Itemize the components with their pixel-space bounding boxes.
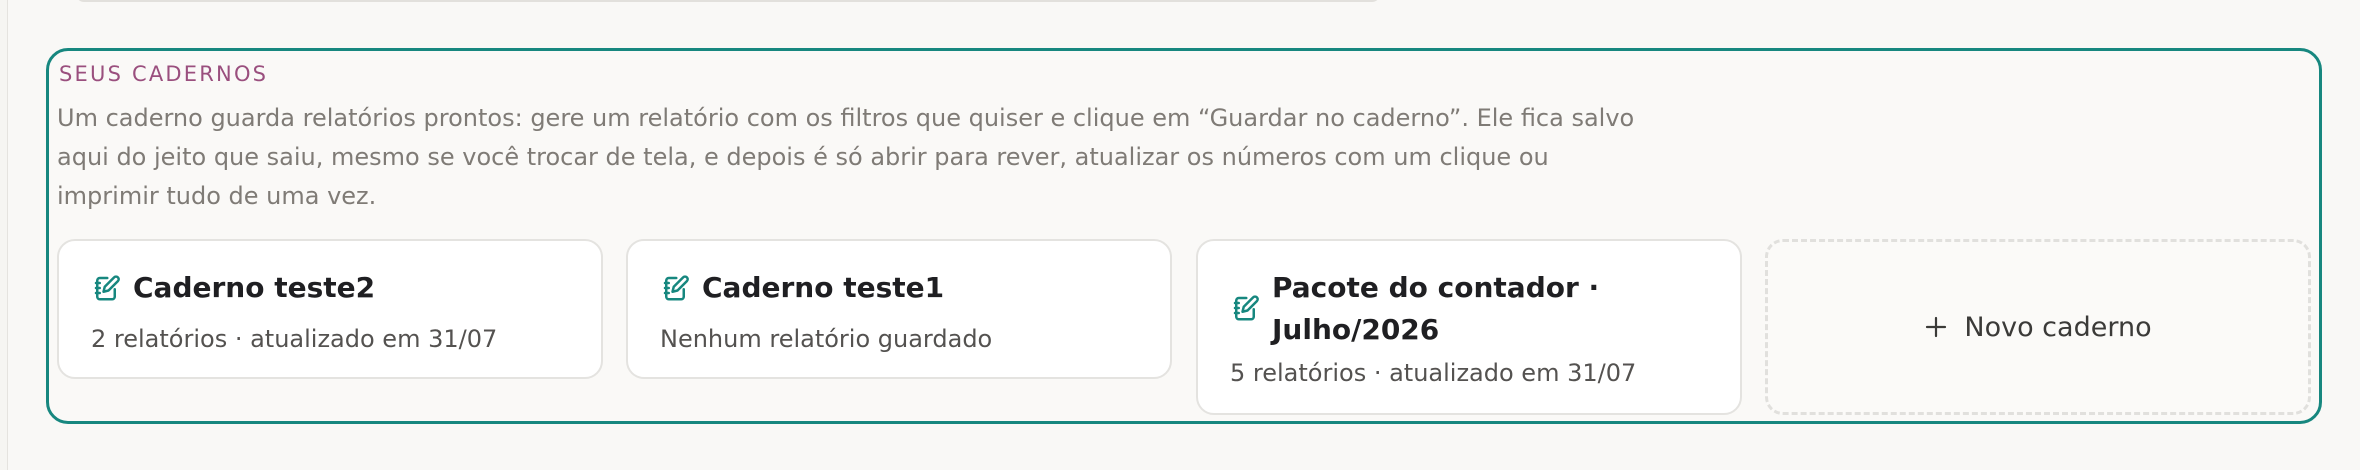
- notebook-meta: 2 relatórios · atualizado em 31/07: [91, 325, 498, 353]
- notebook-card[interactable]: Caderno teste2 2 relatórios · atualizado…: [57, 239, 603, 379]
- new-notebook-label: Novo caderno: [1964, 311, 2152, 343]
- notebook-title-row: Caderno teste1: [660, 267, 944, 309]
- page: SEUS CADERNOS Um caderno guarda relatóri…: [0, 0, 2360, 470]
- notebook-title-row: Pacote do contador · Julho/2026: [1230, 267, 1690, 351]
- notebook-title: Caderno teste2: [133, 271, 376, 304]
- left-sidebar-edge: [0, 0, 8, 470]
- notebook-title-row: Caderno teste2: [91, 267, 375, 309]
- section-description: Um caderno guarda relatórios prontos: ge…: [57, 104, 1635, 210]
- notebook-edit-icon: [94, 275, 120, 301]
- notebook-meta: 5 relatórios · atualizado em 31/07: [1230, 359, 1637, 387]
- new-notebook-button[interactable]: Novo caderno: [1765, 239, 2311, 415]
- plus-icon: [1926, 316, 1947, 338]
- notebook-title: Caderno teste1: [702, 271, 945, 304]
- top-field-edge[interactable]: [76, 0, 1380, 2]
- notebook-card[interactable]: Caderno teste1 Nenhum relatório guardado: [626, 239, 1172, 379]
- notebook-edit-icon: [1233, 295, 1259, 321]
- section-eyebrow: SEUS CADERNOS: [59, 62, 269, 86]
- notebook-edit-icon: [663, 275, 689, 301]
- notebook-meta: Nenhum relatório guardado: [660, 325, 993, 353]
- notebooks-panel: SEUS CADERNOS Um caderno guarda relatóri…: [46, 48, 2322, 424]
- notebook-card[interactable]: Pacote do contador · Julho/2026 5 relató…: [1196, 239, 1742, 415]
- notebook-title: Pacote do contador · Julho/2026: [1272, 271, 1600, 346]
